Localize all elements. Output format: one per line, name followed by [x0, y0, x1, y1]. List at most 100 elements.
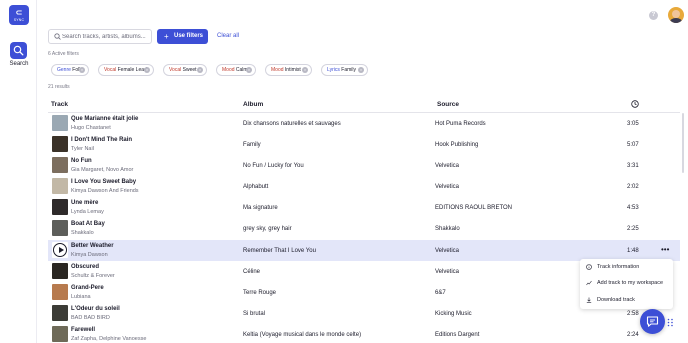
help-icon[interactable]: ? — [649, 11, 658, 20]
track-artwork[interactable] — [52, 326, 68, 342]
chip-value: Intimist — [284, 67, 301, 73]
remove-chip-icon[interactable]: × — [79, 67, 85, 73]
menu-item-track-information[interactable]: Track information — [580, 259, 673, 275]
use-filters-button[interactable]: + Use filters — [157, 29, 208, 44]
track-source: Velvetica — [435, 248, 460, 254]
remove-chip-icon[interactable]: × — [358, 67, 364, 73]
table-row-active[interactable]: Better Weather Kimya Dawson Remember Tha… — [48, 240, 680, 261]
chip-value: Sweet — [182, 67, 197, 73]
chip-category: Mood — [222, 67, 236, 73]
filter-chip[interactable]: Genre Folk × — [51, 64, 89, 76]
chat-button[interactable] — [640, 309, 665, 334]
track-album[interactable]: Terre Rouge — [243, 290, 276, 296]
track-source: Velvetica — [435, 163, 460, 169]
scrollbar[interactable] — [682, 113, 684, 173]
menu-item-add-to-workspace[interactable]: Add track to my workspace — [580, 275, 673, 291]
track-album[interactable]: grey sky, grey hair — [243, 226, 292, 232]
track-album[interactable]: Céline — [243, 269, 260, 275]
track-artwork[interactable] — [52, 157, 68, 173]
duration-clock-icon[interactable] — [631, 100, 639, 108]
track-album[interactable]: Alphabutt — [243, 184, 268, 190]
track-artist[interactable]: Hugo Chastanet — [71, 125, 111, 131]
column-header-album[interactable]: Album — [243, 101, 263, 108]
track-title[interactable]: I Love You Sweet Baby — [71, 179, 136, 185]
remove-chip-icon[interactable]: × — [144, 67, 150, 73]
track-artwork[interactable] — [52, 220, 68, 236]
menu-item-download-track[interactable]: Download track — [580, 292, 673, 308]
track-artist[interactable]: Kimya Dawson — [71, 252, 108, 258]
track-artwork[interactable] — [52, 115, 68, 131]
track-artwork[interactable] — [52, 136, 68, 152]
track-artwork[interactable] — [52, 199, 68, 215]
track-title[interactable]: Boat At Bay — [71, 221, 105, 227]
filter-chip[interactable]: Vocal Female Lead × — [98, 64, 154, 76]
track-artist[interactable]: Zaf Zapha, Delphine Vanoesse — [71, 336, 146, 342]
column-header-track[interactable]: Track — [51, 101, 68, 108]
chip-value: Female Lead — [117, 67, 147, 73]
drag-handle-icon[interactable] — [667, 318, 674, 327]
plus-icon: + — [164, 32, 169, 41]
remove-chip-icon[interactable]: × — [246, 67, 252, 73]
track-artist[interactable]: Shakkalo — [71, 230, 94, 236]
filter-chip[interactable]: Mood Intimist × — [265, 64, 312, 76]
table-row[interactable]: Farewell Zaf Zapha, Delphine Vanoesse Ke… — [48, 324, 680, 343]
track-artist[interactable]: Lynda Lemay — [71, 209, 104, 215]
table-row[interactable]: Que Marianne était jolie Hugo Chastanet … — [48, 113, 680, 134]
track-title[interactable]: L'Odeur du soleil — [71, 306, 120, 312]
sidebar-item-search[interactable] — [10, 42, 27, 59]
chip-value: Family — [341, 67, 356, 73]
track-title[interactable]: I Don't Mind The Rain — [71, 137, 132, 143]
app-logo[interactable]: ⊂ SYNC — [9, 5, 29, 25]
track-title[interactable]: Better Weather — [71, 243, 114, 249]
track-artwork[interactable] — [52, 263, 68, 279]
track-artist[interactable]: Tyler Nail — [71, 146, 94, 152]
add-to-workspace-icon — [586, 280, 592, 286]
track-album[interactable]: No Fun / Lucky for You — [243, 163, 304, 169]
logo-mark-icon: ⊂ — [15, 8, 23, 17]
track-artwork[interactable] — [52, 284, 68, 300]
more-options-icon[interactable]: ••• — [661, 245, 669, 254]
chip-category: Vocal — [169, 67, 183, 73]
track-album[interactable]: Si brutal — [243, 311, 265, 317]
track-album[interactable]: Family — [243, 142, 261, 148]
filter-chip[interactable]: Mood Calm × — [216, 64, 256, 76]
filter-chip[interactable]: Lyrics Family × — [321, 64, 368, 76]
track-title[interactable]: Obscured — [71, 264, 99, 270]
search-input[interactable] — [62, 31, 150, 42]
track-title[interactable]: Une mère — [71, 200, 98, 206]
track-artwork[interactable] — [52, 305, 68, 321]
track-title[interactable]: Que Marianne était jolie — [71, 116, 138, 122]
table-row[interactable]: I Don't Mind The Rain Tyler Nail Family … — [48, 134, 680, 155]
track-artist[interactable]: Gia Margaret, Novo Amor — [71, 167, 133, 173]
remove-chip-icon[interactable]: × — [302, 67, 308, 73]
play-icon[interactable] — [53, 243, 67, 257]
track-artist[interactable]: Lubiana — [71, 294, 91, 300]
track-title[interactable]: Farewell — [71, 327, 95, 333]
track-artwork[interactable] — [52, 178, 68, 194]
remove-chip-icon[interactable]: × — [197, 67, 203, 73]
track-album[interactable]: Remember That I Love You — [243, 248, 316, 254]
track-duration: 2:58 — [627, 311, 639, 317]
track-artist[interactable]: BAD BAD BIRD — [71, 315, 110, 321]
clear-all-link[interactable]: Clear all — [217, 33, 239, 39]
table-row[interactable]: I Love You Sweet Baby Kimya Dawson And F… — [48, 176, 680, 197]
table-row[interactable]: Une mère Lynda Lemay Ma signature EDITIO… — [48, 197, 680, 218]
menu-item-label: Download track — [597, 297, 635, 303]
track-title[interactable]: No Fun — [71, 158, 92, 164]
track-duration: 2:24 — [627, 332, 639, 338]
track-album[interactable]: Dix chansons naturelles et sauvages — [243, 121, 341, 127]
track-title[interactable]: Grand-Pere — [71, 285, 104, 291]
track-source: Velvetica — [435, 269, 460, 275]
active-filters-count: 6 Active filters — [48, 51, 79, 57]
table-row[interactable]: No Fun Gia Margaret, Novo Amor No Fun / … — [48, 155, 680, 176]
column-header-source[interactable]: Source — [437, 101, 459, 108]
track-artist[interactable]: Kimya Dawson And Friends — [71, 188, 139, 194]
avatar[interactable] — [668, 7, 684, 23]
filter-chip[interactable]: Vocal Sweet × — [163, 64, 207, 76]
track-album[interactable]: Ma signature — [243, 205, 278, 211]
table-row[interactable]: Boat At Bay Shakkalo grey sky, grey hair… — [48, 218, 680, 239]
track-artist[interactable]: Schultz & Forever — [71, 273, 115, 279]
track-album[interactable]: Keltia (Voyage musical dans le monde cel… — [243, 332, 361, 338]
track-source: EDITIONS RAOUL BRETON — [435, 205, 513, 211]
download-icon — [586, 297, 592, 303]
